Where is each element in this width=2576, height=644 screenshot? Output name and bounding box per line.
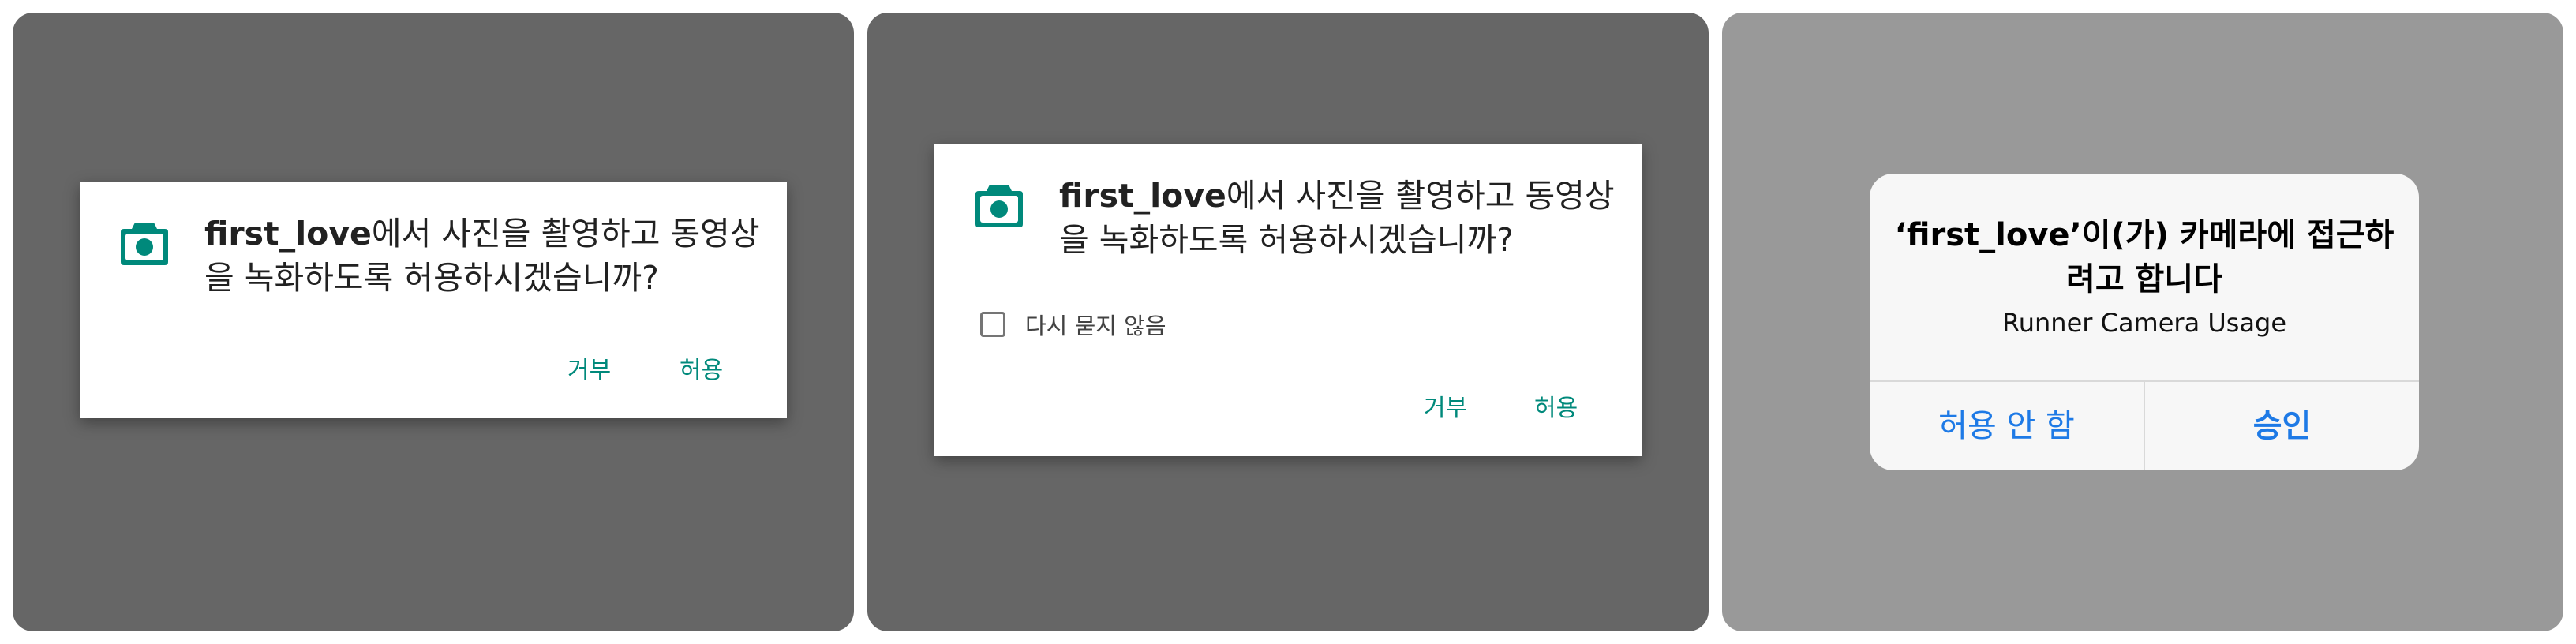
allow-button[interactable]: 허용	[680, 350, 723, 385]
app-name: first_love	[1059, 177, 1226, 215]
alert-title: ‘first_love’이(가) 카메라에 접근하려고 합니다	[1894, 217, 2394, 298]
permission-message: first_love에서 사진을 촬영하고 동영상을 녹화하도록 허용하시겠습니…	[1059, 174, 1643, 262]
app-name: first_love	[204, 215, 372, 253]
permission-dialog: first_love에서 사진을 촬영하고 동영상을 녹화하도록 허용하시겠습니…	[80, 182, 787, 418]
approve-button[interactable]: 승인	[2145, 382, 2419, 470]
deny-button[interactable]: 거부	[1424, 388, 1467, 423]
android-permission-screen-1: first_love에서 사진을 촬영하고 동영상을 녹화하도록 허용하시겠습니…	[13, 13, 854, 631]
permission-dialog: first_love에서 사진을 촬영하고 동영상을 녹화하도록 허용하시겠습니…	[934, 144, 1642, 456]
camera-icon	[121, 223, 168, 265]
ios-alert: ‘first_love’이(가) 카메라에 접근하려고 합니다 Runner C…	[1870, 174, 2419, 470]
camera-icon	[975, 185, 1023, 227]
dont-allow-button[interactable]: 허용 안 함	[1870, 382, 2144, 470]
deny-button[interactable]: 거부	[567, 350, 611, 385]
ios-permission-screen: ‘first_love’이(가) 카메라에 접근하려고 합니다 Runner C…	[1722, 13, 2563, 631]
permission-message: first_love에서 사진을 촬영하고 동영상을 녹화하도록 허용하시겠습니…	[204, 212, 788, 300]
allow-button[interactable]: 허용	[1534, 388, 1578, 423]
dont-ask-again-label[interactable]: 다시 묻지 않음	[1025, 308, 1166, 341]
dont-ask-again-checkbox[interactable]	[980, 312, 1005, 337]
android-permission-screen-2: first_love에서 사진을 촬영하고 동영상을 녹화하도록 허용하시겠습니…	[867, 13, 1709, 631]
alert-subtitle: Runner Camera Usage	[2001, 308, 2287, 338]
